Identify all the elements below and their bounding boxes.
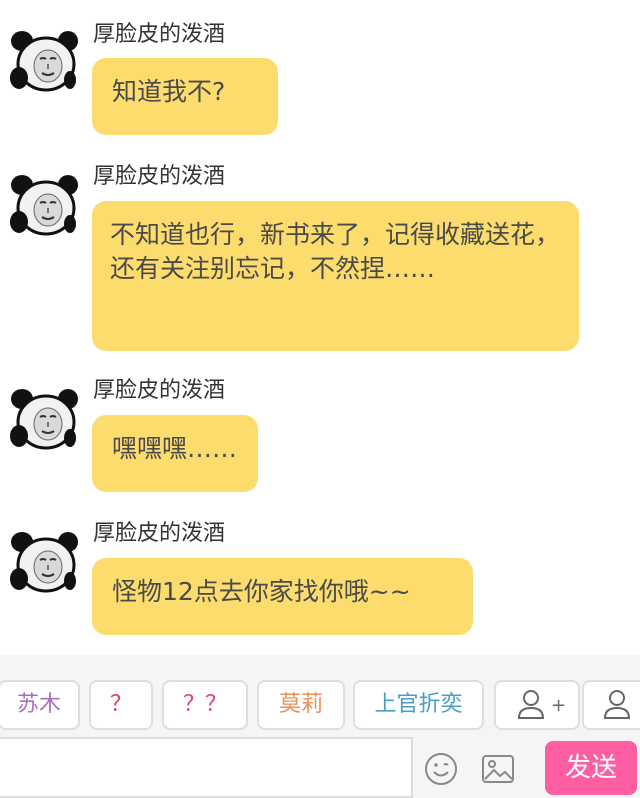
- emoji-icon[interactable]: [423, 751, 459, 787]
- message-1: 厚脸皮的泼酒 知道我不?: [0, 22, 640, 137]
- message-input[interactable]: [0, 737, 413, 798]
- message-4: 厚脸皮的泼酒 怪物12点去你家找你哦~~: [0, 521, 640, 638]
- contact-button[interactable]: [582, 680, 640, 730]
- panda-meme-avatar-icon[interactable]: [8, 172, 80, 236]
- send-button[interactable]: 发送: [545, 741, 637, 795]
- panda-meme-avatar-icon[interactable]: [8, 28, 80, 92]
- person-icon: [603, 690, 631, 719]
- quick-reply-chip[interactable]: 上官折奕: [353, 680, 484, 730]
- sender-name: 厚脸皮的泼酒: [93, 521, 226, 546]
- message-bubble[interactable]: 嘿嘿嘿……: [92, 415, 258, 492]
- message-bubble[interactable]: 知道我不?: [92, 58, 278, 135]
- panda-meme-avatar-icon[interactable]: [8, 529, 80, 593]
- person-add-icon: +: [517, 690, 566, 719]
- add-contact-button[interactable]: +: [494, 680, 580, 730]
- quick-reply-chip[interactable]: ？: [89, 680, 153, 730]
- message-bubble[interactable]: 怪物12点去你家找你哦~~: [92, 558, 473, 635]
- sender-name: 厚脸皮的泼酒: [93, 22, 226, 47]
- sender-name: 厚脸皮的泼酒: [93, 378, 226, 403]
- sender-name: 厚脸皮的泼酒: [93, 164, 226, 189]
- quick-reply-chip[interactable]: 苏木: [0, 680, 80, 730]
- image-icon[interactable]: [480, 751, 516, 787]
- panda-meme-avatar-icon[interactable]: [8, 386, 80, 450]
- message-3: 厚脸皮的泼酒 嘿嘿嘿……: [0, 378, 640, 496]
- add-contact-plus: +: [551, 695, 566, 716]
- message-2: 厚脸皮的泼酒 不知道也行，新书来了，记得收藏送花，还有关注别忘记，不然捏……: [0, 164, 640, 354]
- quick-reply-chip[interactable]: 莫莉: [257, 680, 345, 730]
- input-bar: 发送: [0, 737, 640, 798]
- quick-reply-chip[interactable]: ？？: [162, 680, 248, 730]
- message-bubble[interactable]: 不知道也行，新书来了，记得收藏送花，还有关注别忘记，不然捏……: [92, 201, 579, 351]
- quick-reply-bar: 苏木 ？ ？？ 莫莉 上官折奕 +: [0, 655, 640, 737]
